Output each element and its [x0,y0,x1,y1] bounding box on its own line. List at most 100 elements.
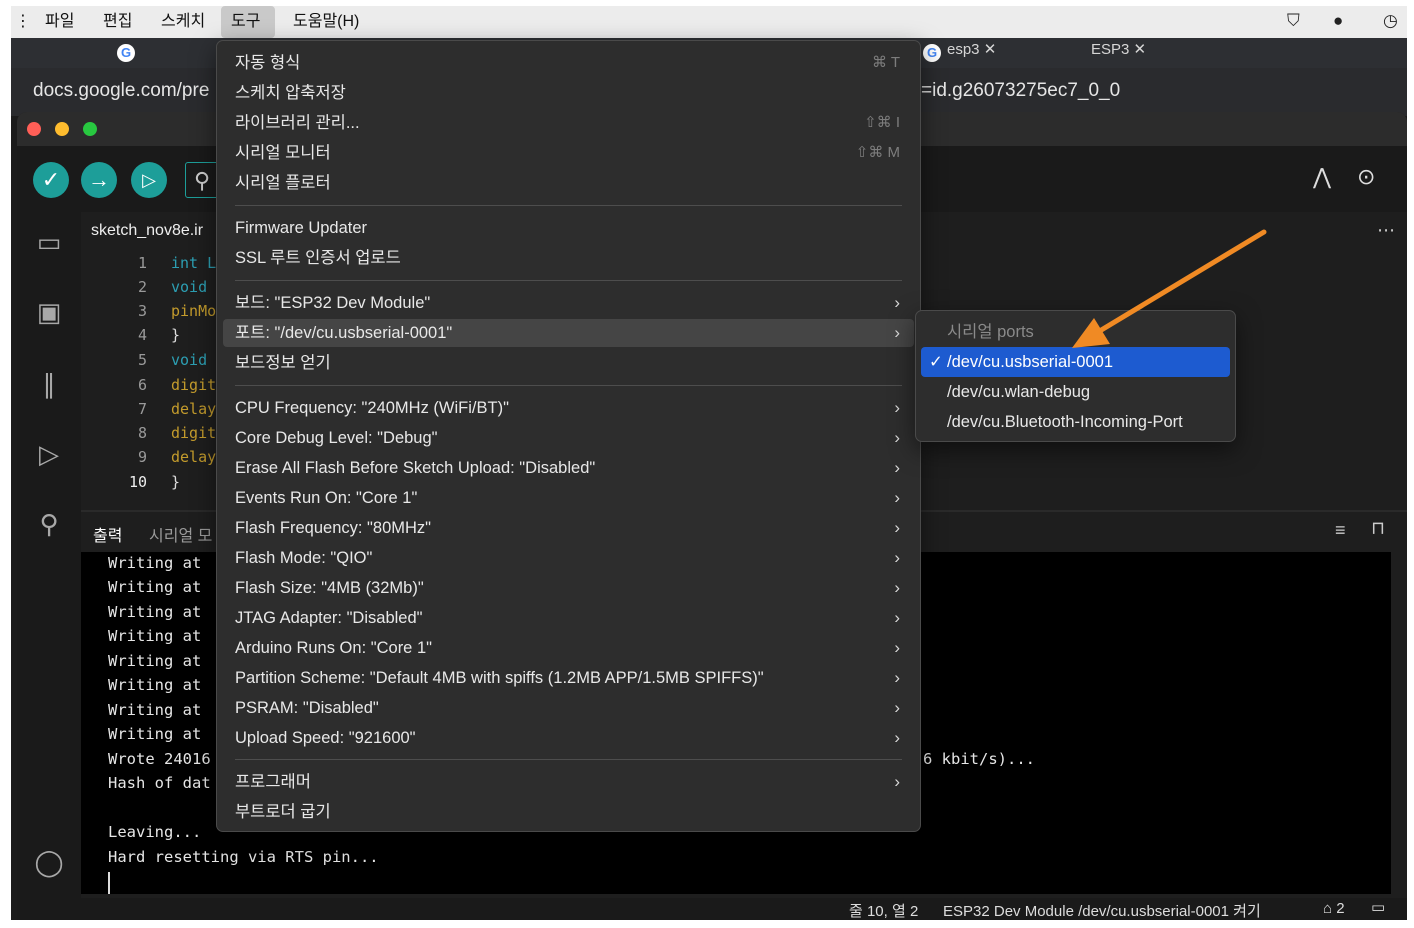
checkmark-icon: ✓ [929,353,943,371]
code-line: digit [171,376,217,394]
code-line: int L [171,254,217,272]
menu-tools[interactable]: 도구 [221,6,275,38]
line-number: 10 [128,473,147,491]
upload-button[interactable]: → [81,162,117,198]
console-line: Writing at [108,627,202,645]
board-manager-icon[interactable]: ▣ [31,294,67,330]
code-line: delay [171,448,217,466]
code-line: pinMo [171,302,217,320]
menu-item-programmer[interactable]: 프로그래머 › [223,768,914,796]
line-number: 3 [137,302,147,320]
menu-sketch[interactable]: 스케치 [151,6,215,38]
panel-toggle-icon[interactable]: ▭ [1371,898,1385,916]
lock-icon[interactable]: ⊓ [1371,518,1385,539]
console-line-fragment: 6 kbit/s)... [923,750,1035,768]
console-line: Writing at [108,652,202,670]
browser-tab[interactable]: G [117,38,141,68]
time-machine-icon[interactable]: ◷ [1383,11,1398,31]
console-line: Writing at [108,725,202,743]
menu-item-cpu-frequency[interactable]: CPU Frequency: "240MHz (WiFi/BT)" › [223,394,914,422]
chevron-right-icon: › [894,772,900,791]
folder-icon[interactable]: ▭ [31,224,67,260]
console-line: Writing at [108,701,202,719]
search-icon[interactable]: ⚲ [31,506,67,542]
port-option-usbserial[interactable]: ✓/dev/cu.usbserial-0001 [921,347,1230,377]
tab-output[interactable]: 출력 [93,522,122,546]
chevron-right-icon: › [894,698,900,717]
security-icon[interactable]: ⛉ [1287,11,1300,31]
verify-button[interactable]: ✓ [33,162,69,198]
chevron-right-icon: › [894,548,900,567]
line-number: 9 [137,448,147,466]
board-selector-button[interactable]: ⚲ [185,162,219,198]
url-text-right: =id.g26073275ec7_0_0 [921,80,1121,101]
console-line: Writing at [108,554,202,572]
menu-item-burn-bootloader[interactable]: 부트로더 굽기 [223,798,914,826]
browser-tab-esp3-2[interactable]: ESP3 ✕ [1091,38,1146,68]
minimize-window-button[interactable] [55,122,69,136]
clear-output-icon[interactable]: ≡ [1335,520,1346,541]
debug-button[interactable]: ▷ [131,162,167,198]
menu-help[interactable]: 도움말(H) [283,6,369,38]
menu-item-psram[interactable]: PSRAM: "Disabled" › [223,694,914,722]
chevron-right-icon: › [894,398,900,417]
menu-item-events-run-on[interactable]: Events Run On: "Core 1" › [223,484,914,512]
notification-count[interactable]: ⌂ 2 [1323,900,1345,917]
line-number: 6 [137,376,147,394]
menu-item-upload-speed[interactable]: Upload Speed: "921600" › [223,724,914,752]
port-option-bluetooth[interactable]: /dev/cu.Bluetooth-Incoming-Port [921,407,1230,437]
menu-item-manage-libraries[interactable]: 라이브러리 관리... ⇧⌘ I [223,109,914,137]
menu-item-auto-format[interactable]: 자동 형식 ⌘ T [223,49,914,77]
serial-monitor-icon[interactable]: ⊙ [1357,164,1375,190]
more-icon[interactable]: ⋯ [1377,220,1395,241]
library-icon[interactable]: ∥ [31,366,67,402]
menu-item-serial-plotter[interactable]: 시리얼 플로터 [223,169,914,197]
chevron-right-icon: › [894,578,900,597]
menu-item-erase-flash[interactable]: Erase All Flash Before Sketch Upload: "D… [223,454,914,482]
menu-item-upload-ssl[interactable]: SSL 루트 인증서 업로드 [223,244,914,272]
console-line: Leaving... [108,823,202,841]
zoom-window-button[interactable] [83,122,97,136]
port-option-wlan-debug[interactable]: /dev/cu.wlan-debug [921,377,1230,407]
menu-item-flash-size[interactable]: Flash Size: "4MB (32Mb)" › [223,574,914,602]
menu-item-jtag-adapter[interactable]: JTAG Adapter: "Disabled" › [223,604,914,632]
account-icon[interactable]: ◯ [31,844,67,880]
menu-separator [235,280,902,281]
menu-item-port[interactable]: 포트: "/dev/cu.usbserial-0001" › [223,319,914,347]
board-status[interactable]: ESP32 Dev Module /dev/cu.usbserial-0001 … [943,900,1261,920]
menu-item-serial-monitor[interactable]: 시리얼 모니터 ⇧⌘ M [223,139,914,167]
screen: ⋮ 파일 편집 스케치 도구 도움말(H) ⛉ ● ◷ G Gesp3 ✕ ES… [11,6,1407,920]
menu-item-partition-scheme[interactable]: Partition Scheme: "Default 4MB with spif… [223,664,914,692]
notification-icon[interactable]: ● [1333,11,1343,31]
menu-item-arduino-runs-on[interactable]: Arduino Runs On: "Core 1" › [223,634,914,662]
file-tab[interactable]: sketch_nov8e.ir [91,212,203,250]
line-number: 7 [137,400,147,418]
menu-item-core-debug-level[interactable]: Core Debug Level: "Debug" › [223,424,914,452]
console-line: Writing at [108,676,202,694]
chevron-right-icon: › [894,608,900,627]
line-number: 1 [137,254,147,272]
browser-tab-esp3[interactable]: Gesp3 ✕ [923,38,996,68]
chevron-right-icon: › [894,323,900,342]
close-window-button[interactable] [27,122,41,136]
menu-item-flash-frequency[interactable]: Flash Frequency: "80MHz" › [223,514,914,542]
menu-separator [235,205,902,206]
google-icon: G [923,44,941,62]
url-text-left: docs.google.com/pre [33,80,210,101]
status-bar: 줄 10, 열 2 ESP32 Dev Module /dev/cu.usbse… [17,898,1407,920]
debug-icon[interactable]: ▷ [31,436,67,472]
menu-item-firmware-updater[interactable]: Firmware Updater [223,214,914,242]
menu-item-board[interactable]: 보드: "ESP32 Dev Module" › [223,289,914,317]
line-number: 4 [137,326,147,344]
chevron-right-icon: › [894,428,900,447]
code-line: digit [171,424,217,442]
console-line: Wrote 24016 [108,750,211,768]
menu-edit[interactable]: 편집 [93,6,142,38]
serial-plotter-icon[interactable]: ⋀ [1313,164,1331,190]
menu-file[interactable]: 파일 [35,6,84,38]
code-line: delay [171,400,217,418]
tab-serial-monitor[interactable]: 시리얼 모 [149,522,212,546]
menu-item-archive-sketch[interactable]: 스케치 압축저장 [223,79,914,107]
menu-item-flash-mode[interactable]: Flash Mode: "QIO" › [223,544,914,572]
menu-item-board-info[interactable]: 보드정보 얻기 [223,349,914,377]
